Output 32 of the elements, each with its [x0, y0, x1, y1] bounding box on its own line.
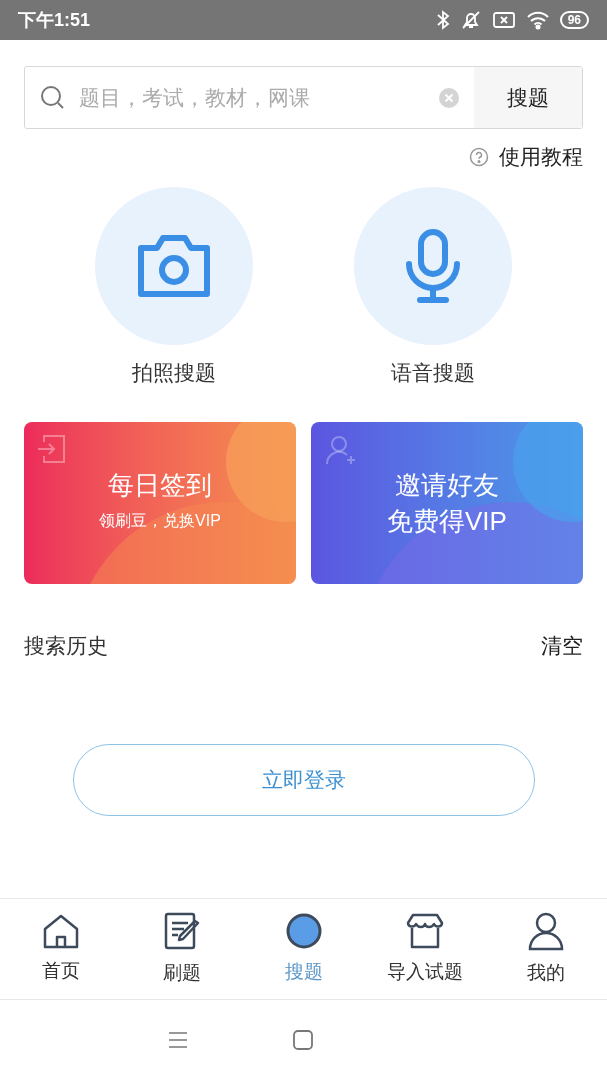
- tab[interactable]: 首页: [0, 912, 122, 986]
- person-icon: [527, 910, 566, 951]
- sim-icon: [491, 10, 516, 30]
- home-square-icon[interactable]: [293, 1030, 313, 1050]
- notepad-pencil-icon: [163, 910, 202, 951]
- battery-level: 96: [559, 11, 589, 29]
- search-button[interactable]: 搜题: [474, 67, 582, 128]
- clear-history-button[interactable]: 清空: [541, 630, 583, 662]
- menu-icon[interactable]: [168, 1031, 188, 1049]
- card-title: 每日签到: [108, 469, 212, 502]
- add-user-icon: [325, 434, 357, 466]
- history-title: 搜索历史: [24, 633, 108, 659]
- tab[interactable]: 导入试题: [364, 911, 486, 987]
- tutorial-link[interactable]: 使用教程: [499, 141, 583, 173]
- card-title: 邀请好友: [395, 469, 499, 502]
- help-icon: [469, 146, 489, 167]
- sign-in-icon: [36, 434, 66, 464]
- shop-icon: [404, 911, 445, 950]
- search-field[interactable]: 题目，考试，教材，网课: [79, 81, 438, 114]
- home-icon: [41, 912, 80, 949]
- search-bar[interactable]: 题目，考试，教材，网课 搜题: [24, 66, 583, 129]
- mode-label: 语音搜题: [391, 359, 476, 386]
- search-tab-icon: [284, 911, 323, 950]
- tab[interactable]: 刷题: [121, 910, 243, 988]
- status-time: 下午1:51: [18, 8, 91, 32]
- tab[interactable]: 我的: [485, 910, 607, 988]
- invite-card[interactable]: 邀请好友 免费得VIP: [311, 422, 583, 584]
- wifi-icon: [525, 10, 550, 30]
- card-subtitle: 免费得VIP: [387, 505, 507, 538]
- mode-label: 拍照搜题: [131, 359, 216, 386]
- card-subtitle: 领刷豆，兑换VIP: [99, 511, 221, 531]
- bluetooth-icon: [435, 10, 450, 30]
